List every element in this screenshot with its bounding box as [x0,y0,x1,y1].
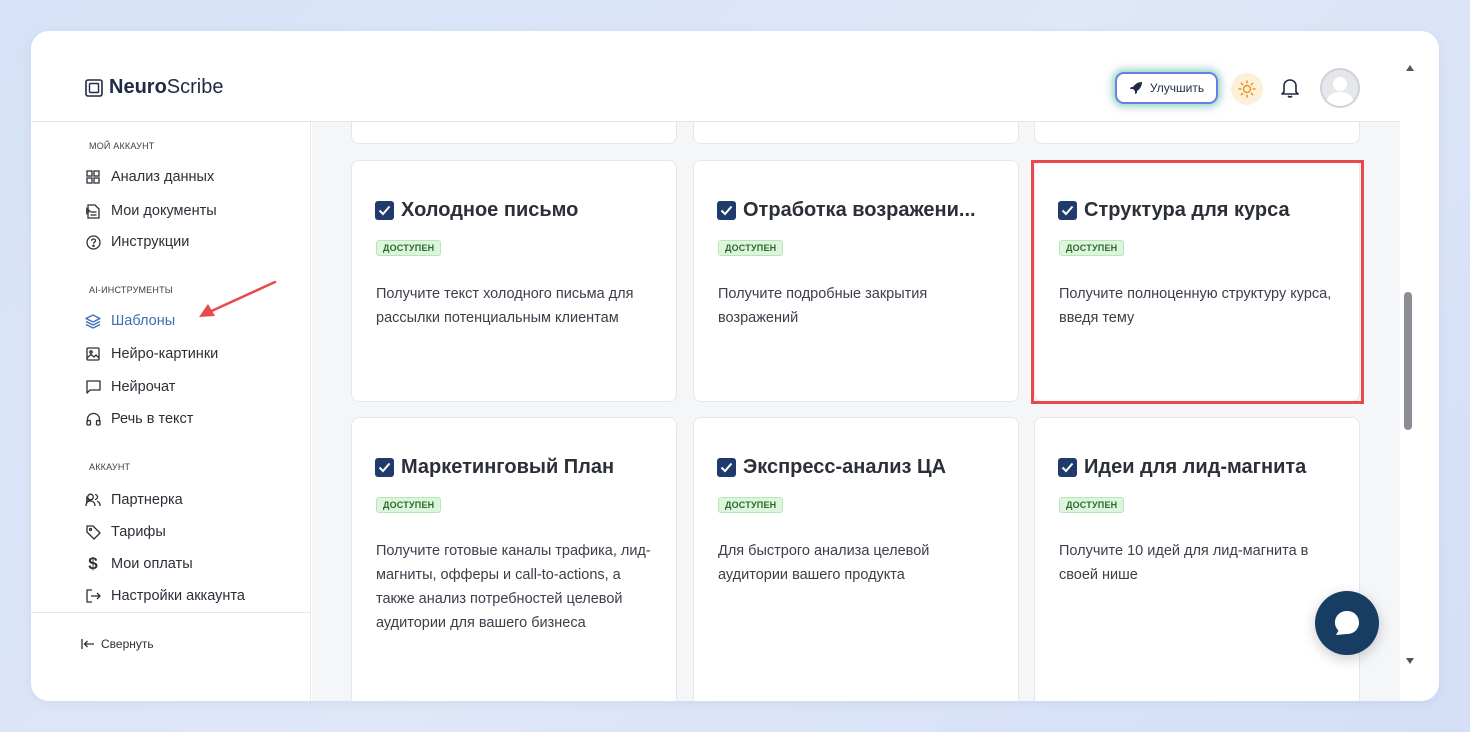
avatar[interactable] [1320,68,1360,108]
card-description: Получите текст холодного письма для расс… [376,286,634,326]
logout-icon [85,588,101,604]
section-title-my-account: МОЙ АККАУНТ [89,141,155,151]
section-title-ai-tools: AI-ИНСТРУМЕНТЫ [89,285,173,295]
scrollbar-thumb[interactable] [1404,292,1412,430]
sidebar-item-instructions[interactable]: Инструкции [85,231,189,253]
template-card-objections[interactable]: Отработка возражени... ДОСТУПЕН Получите… [693,160,1019,402]
card-title: Идеи для лид-магнита [1058,456,1306,479]
app-window: NeuroScribe Улучшить МОЙ АККАУНТ Анализ … [31,31,1439,701]
sidebar-item-account-settings[interactable]: Настройки аккаунта [85,585,245,607]
headphones-icon [85,411,101,427]
template-card-partial[interactable] [1034,122,1360,144]
image-icon [85,346,101,362]
bell-icon [1281,79,1299,98]
sidebar-divider [31,612,311,613]
chat-bubble-icon [1335,611,1359,635]
logo[interactable]: NeuroScribe [85,76,224,99]
notifications-button[interactable] [1279,76,1301,100]
card-description: Получите готовые каналы трафика, лид-маг… [376,543,651,631]
card-title: Отработка возражени... [717,199,976,222]
highlight-box-annotation [1031,160,1364,404]
card-title: Экспресс-анализ ЦА [717,456,946,479]
sidebar-item-neuro-images[interactable]: Нейро-картинки [85,343,218,365]
templates-grid: Холодное письмо ДОСТУПЕН Получите текст … [312,122,1400,701]
sidebar-item-neurochat[interactable]: Нейрочат [85,376,175,398]
chat-icon [85,379,101,395]
help-circle-icon [85,234,101,250]
scroll-down-arrow-icon[interactable] [1406,658,1414,664]
checkbox-icon [717,201,736,220]
theme-toggle-button[interactable] [1231,73,1263,105]
card-description: Получите 10 идей для лид-магнита в своей… [1059,543,1309,583]
rocket-icon [1129,82,1142,94]
red-arrow-annotation-icon [199,280,277,317]
template-card-audience-analysis[interactable]: Экспресс-анализ ЦА ДОСТУПЕН Для быстрого… [693,417,1019,701]
scroll-up-arrow-icon[interactable] [1406,65,1414,71]
status-badge: ДОСТУПЕН [718,240,784,256]
sidebar-item-speech-to-text[interactable]: Речь в текст [85,408,193,430]
sidebar-item-label: Мои оплаты [111,556,193,572]
template-card-partial[interactable] [351,122,677,144]
status-badge: ДОСТУПЕН [376,240,442,256]
sidebar-item-my-payments[interactable]: $ Мои оплаты [85,553,193,575]
section-title-account: АККАУНТ [89,462,131,472]
sidebar-item-my-documents[interactable]: Мои документы [85,200,217,222]
logo-text: NeuroScribe [109,76,224,98]
sidebar: МОЙ АККАУНТ Анализ данных Мои документы [31,122,311,701]
upgrade-button[interactable]: Улучшить [1115,72,1218,104]
grid-icon [85,169,101,185]
card-title: Холодное письмо [375,199,578,222]
template-card-cold-email[interactable]: Холодное письмо ДОСТУПЕН Получите текст … [351,160,677,402]
checkbox-icon [717,458,736,477]
card-description: Для быстрого анализа целевой аудитории в… [718,543,930,583]
sidebar-item-data-analysis[interactable]: Анализ данных [85,166,214,188]
user-avatar-icon [1326,77,1354,106]
checkbox-icon [375,201,394,220]
sidebar-item-partner[interactable]: Партнерка [85,489,183,511]
logo-icon [85,78,103,97]
tag-icon [85,524,101,540]
status-badge: ДОСТУПЕН [1059,497,1125,513]
collapse-left-icon [81,639,94,649]
sidebar-item-label: Инструкции [111,234,190,250]
sun-icon [1238,80,1256,98]
users-icon [85,492,101,508]
sidebar-item-label: Настройки аккаунта [111,588,245,604]
checkbox-icon [1058,458,1077,477]
status-badge: ДОСТУПЕН [718,497,784,513]
sidebar-item-label: Тарифы [111,524,166,540]
upgrade-label: Улучшить [1149,81,1205,95]
sidebar-item-label: Нейро-картинки [111,346,219,362]
sidebar-item-label: Мои документы [111,203,217,219]
sidebar-item-label: Речь в текст [111,411,194,427]
dollar-icon: $ [88,554,98,573]
template-card-partial[interactable] [693,122,1019,144]
collapse-sidebar-button[interactable]: Свернуть [81,637,154,651]
card-description: Получите подробные закрытия возражений [718,286,928,326]
sidebar-item-templates[interactable]: Шаблоны [85,310,175,332]
sidebar-item-label: Партнерка [111,492,183,508]
card-title: Маркетинговый План [375,456,614,479]
checkbox-icon [375,458,394,477]
sidebar-item-label: Нейрочат [111,379,176,395]
document-icon [85,203,101,219]
template-card-lead-magnet-ideas[interactable]: Идеи для лид-магнита ДОСТУПЕН Получите 1… [1034,417,1360,701]
template-card-marketing-plan[interactable]: Маркетинговый План ДОСТУПЕН Получите гот… [351,417,677,701]
top-header: NeuroScribe Улучшить [31,31,1400,122]
sidebar-item-tariffs[interactable]: Тарифы [85,521,166,543]
layers-icon [85,313,101,329]
support-chat-button[interactable] [1315,591,1379,655]
sidebar-item-label: Шаблоны [111,313,176,329]
collapse-label: Свернуть [101,637,154,651]
status-badge: ДОСТУПЕН [376,497,442,513]
sidebar-item-label: Анализ данных [111,169,215,185]
